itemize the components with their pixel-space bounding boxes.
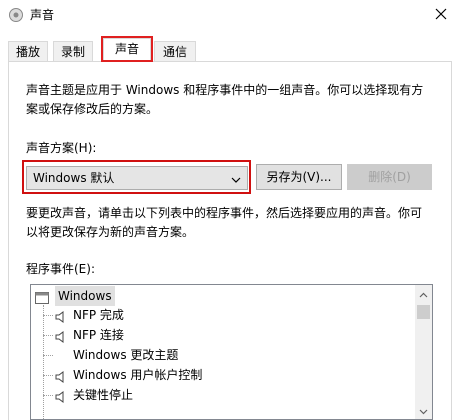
- list-item[interactable]: Windows 用户帐户控制: [31, 365, 417, 385]
- program-events-list[interactable]: Windows NFP 完成 NFP 连接 Windows 更改主题 Windo…: [30, 284, 433, 420]
- list-item[interactable]: Windows 更改主题: [31, 345, 417, 365]
- list-item-label: NFP 完成: [73, 308, 124, 322]
- instruction-text: 以将更改保存为新的声音方案。: [26, 225, 195, 239]
- tab-recording[interactable]: 录制: [53, 41, 93, 62]
- events-label: 程序事件(E):: [26, 262, 95, 276]
- vertical-scrollbar[interactable]: [415, 285, 432, 419]
- list-item-label: Windows 更改主题: [73, 348, 179, 362]
- close-button[interactable]: [421, 0, 461, 30]
- list-item-label: 关键性停止: [73, 388, 134, 402]
- list-item-label: NFP 连接: [73, 328, 124, 342]
- description-text: 声音主题是应用于 Windows 和程序事件中的一组声音。你可以选择现有方: [26, 83, 424, 97]
- tab-label: 录制: [60, 45, 85, 59]
- tab-communications[interactable]: 通信: [154, 41, 196, 62]
- chevron-up-icon: [419, 287, 428, 301]
- delete-button[interactable]: 删除(D): [347, 164, 432, 190]
- list-item-label: Windows: [55, 286, 115, 306]
- speaker-icon: [55, 389, 67, 409]
- instruction-text: 要更改声音，请单击以下列表中的程序事件，然后选择要应用的声音。你可: [26, 206, 423, 220]
- speaker-icon: [8, 7, 24, 23]
- title-bar: 声音: [0, 0, 461, 30]
- close-icon: [435, 8, 447, 23]
- tab-sounds[interactable]: 声音: [103, 38, 151, 62]
- list-item-label: Windows 用户帐户控制: [73, 368, 203, 382]
- tab-label: 通信: [162, 45, 187, 59]
- tab-label: 声音: [114, 42, 139, 56]
- chevron-down-icon: [419, 404, 428, 418]
- scroll-thumb[interactable]: [417, 305, 430, 319]
- list-item[interactable]: Windows: [31, 286, 417, 306]
- window-title: 声音: [30, 8, 55, 22]
- list-item[interactable]: 关键性停止: [31, 385, 417, 405]
- scroll-up-button[interactable]: [415, 285, 432, 302]
- tab-playback[interactable]: 播放: [8, 41, 48, 62]
- sound-dialog: 声音 播放 录制 声音 通信 声音主题是应用于 Windows 和程序事件中的一…: [0, 0, 461, 420]
- scheme-label: 声音方案(H):: [26, 141, 97, 155]
- tab-label: 播放: [15, 45, 40, 59]
- scroll-down-button[interactable]: [415, 402, 432, 419]
- sound-scheme-select[interactable]: Windows 默认: [26, 166, 248, 190]
- save-as-button[interactable]: 另存为(V)...: [256, 164, 342, 190]
- description-text: 案或保存修改后的方案。: [26, 102, 159, 116]
- chevron-down-icon: [231, 173, 241, 187]
- list-item[interactable]: NFP 连接: [31, 325, 417, 345]
- list-item[interactable]: NFP 完成: [31, 305, 417, 325]
- scheme-value: Windows 默认: [33, 171, 115, 185]
